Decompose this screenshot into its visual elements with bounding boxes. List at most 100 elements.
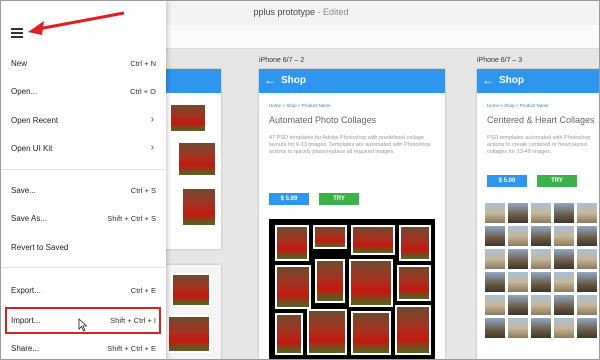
artboard-1-photo	[169, 103, 207, 133]
artboard-1-photo	[171, 273, 211, 307]
collage-photo	[313, 225, 347, 249]
grid-thumbnail	[531, 272, 551, 292]
grid-thumbnail	[508, 272, 528, 292]
menu-item-new[interactable]: New Ctrl + N	[1, 54, 166, 74]
annotation-arrow	[28, 11, 125, 35]
artboard-2-description: 47 PSD templates for Adobe Photoshop wit…	[269, 135, 431, 155]
menu-divider	[1, 267, 166, 268]
menu-item-shortcut: Shift + Ctrl + S	[107, 214, 156, 223]
image-grid	[485, 203, 597, 338]
menu-item-label: Open...	[11, 87, 38, 96]
artboard-1-photo	[181, 187, 217, 227]
menu-item-save-as[interactable]: Save As... Shift + Ctrl + S	[1, 209, 166, 229]
artboard-2-try-button[interactable]: TRY	[319, 193, 359, 205]
menu-item-save[interactable]: Save... Ctrl + S	[1, 181, 166, 201]
back-arrow-icon[interactable]: ←	[264, 73, 276, 87]
menu-item-share[interactable]: Share... Shift + Ctrl + E	[1, 339, 166, 359]
menu-item-label: Revert to Saved	[11, 243, 69, 252]
app-window: pplus prototype - Edited iPhone 6/7 – 2 …	[0, 0, 600, 360]
grid-thumbnail	[485, 272, 505, 292]
collage-photo	[399, 225, 431, 261]
artboard-2-appbar-title: Shop	[281, 75, 306, 86]
menu-item-label: Share...	[11, 344, 40, 353]
grid-thumbnail	[531, 318, 551, 338]
collage-photo	[315, 259, 345, 303]
menu-item-open-ui-kit[interactable]: Open UI Kit ›	[1, 139, 166, 159]
grid-thumbnail	[508, 249, 528, 269]
grid-thumbnail	[554, 226, 574, 246]
menu-item-label: Open Recent	[11, 116, 59, 125]
menu-item-label: Export...	[11, 286, 41, 295]
menu-item-revert[interactable]: Revert to Saved	[1, 238, 166, 258]
collage-photo	[395, 305, 431, 355]
artboard-2-appbar: ← Shop	[259, 69, 445, 93]
artboard-2-label: iPhone 6/7 – 2	[259, 57, 305, 64]
menu-item-shortcut: Shift + Ctrl + E	[107, 344, 156, 353]
document-name: pplus prototype	[253, 7, 315, 17]
grid-thumbnail	[508, 203, 528, 223]
artboard-3-appbar-title: Shop	[499, 75, 524, 86]
chevron-right-icon: ›	[150, 142, 154, 153]
collage-photo	[275, 225, 309, 261]
grid-thumbnail	[577, 318, 597, 338]
back-arrow-icon[interactable]: ←	[482, 73, 494, 87]
menu-item-open-recent[interactable]: Open Recent ›	[1, 111, 166, 131]
collage-photo	[351, 225, 395, 255]
grid-thumbnail	[531, 226, 551, 246]
collage-photo	[307, 309, 347, 355]
grid-thumbnail	[577, 203, 597, 223]
menu-item-shortcut: Ctrl + N	[130, 59, 156, 68]
collage-photo	[397, 265, 431, 301]
grid-thumbnail	[531, 203, 551, 223]
menu-item-label: Save...	[11, 186, 36, 195]
grid-thumbnail	[508, 295, 528, 315]
edited-status: Edited	[323, 7, 349, 17]
artboard-3-appbar: ← Shop	[477, 69, 599, 93]
grid-thumbnail	[531, 249, 551, 269]
artboard-2-breadcrumb: Home > Shop > Product Name	[269, 103, 331, 108]
artboard-1-bottom[interactable]	[161, 265, 221, 359]
artboard-3-try-button[interactable]: TRY	[537, 175, 577, 187]
menu-item-shortcut: Ctrl + E	[130, 286, 156, 295]
collage-photo	[351, 311, 391, 355]
collage-photo	[275, 265, 311, 309]
menu-item-shortcut: Ctrl + S	[130, 186, 156, 195]
artboard-1-photo	[167, 315, 211, 353]
app-menu: New Ctrl + N Open... Ctrl + O Open Recen…	[1, 1, 166, 359]
menu-item-label: Open UI Kit	[11, 144, 53, 153]
grid-thumbnail	[577, 272, 597, 292]
menu-item-shortcut: Ctrl + O	[129, 87, 156, 96]
grid-thumbnail	[485, 295, 505, 315]
grid-thumbnail	[485, 318, 505, 338]
artboard-3[interactable]: ← Shop Home > Shop > Product Name Center…	[477, 69, 599, 359]
grid-thumbnail	[577, 295, 597, 315]
grid-thumbnail	[485, 203, 505, 223]
grid-thumbnail	[554, 272, 574, 292]
menu-item-open[interactable]: Open... Ctrl + O	[1, 82, 166, 102]
artboard-3-breadcrumb: Home > Shop > Product Name	[487, 103, 549, 108]
chevron-right-icon: ›	[150, 114, 154, 125]
artboard-3-price-button[interactable]: $ 5.00	[487, 175, 527, 187]
collage-photo	[349, 259, 393, 307]
grid-thumbnail	[508, 226, 528, 246]
grid-thumbnail	[485, 226, 505, 246]
artboard-3-heading: Centered & Heart Collages	[487, 115, 595, 125]
menu-item-export[interactable]: Export... Ctrl + E	[1, 281, 166, 301]
menu-divider	[1, 169, 166, 170]
grid-thumbnail	[554, 318, 574, 338]
grid-thumbnail	[554, 249, 574, 269]
grid-thumbnail	[577, 249, 597, 269]
hamburger-menu-icon[interactable]	[11, 28, 23, 38]
grid-thumbnail	[508, 318, 528, 338]
menu-item-label: Save As...	[11, 214, 48, 223]
artboard-1-photo	[177, 141, 217, 177]
artboard-3-label: iPhone 6/7 – 3	[477, 57, 523, 64]
artboard-2-price-button[interactable]: $ 5.99	[269, 193, 309, 205]
grid-thumbnail	[554, 203, 574, 223]
grid-thumbnail	[531, 295, 551, 315]
artboard-2[interactable]: ← Shop Home > Shop > Product Name Automa…	[259, 69, 445, 359]
grid-thumbnail	[554, 295, 574, 315]
grid-thumbnail	[485, 249, 505, 269]
collage-photo	[275, 313, 303, 355]
mouse-pointer-icon	[78, 318, 88, 332]
